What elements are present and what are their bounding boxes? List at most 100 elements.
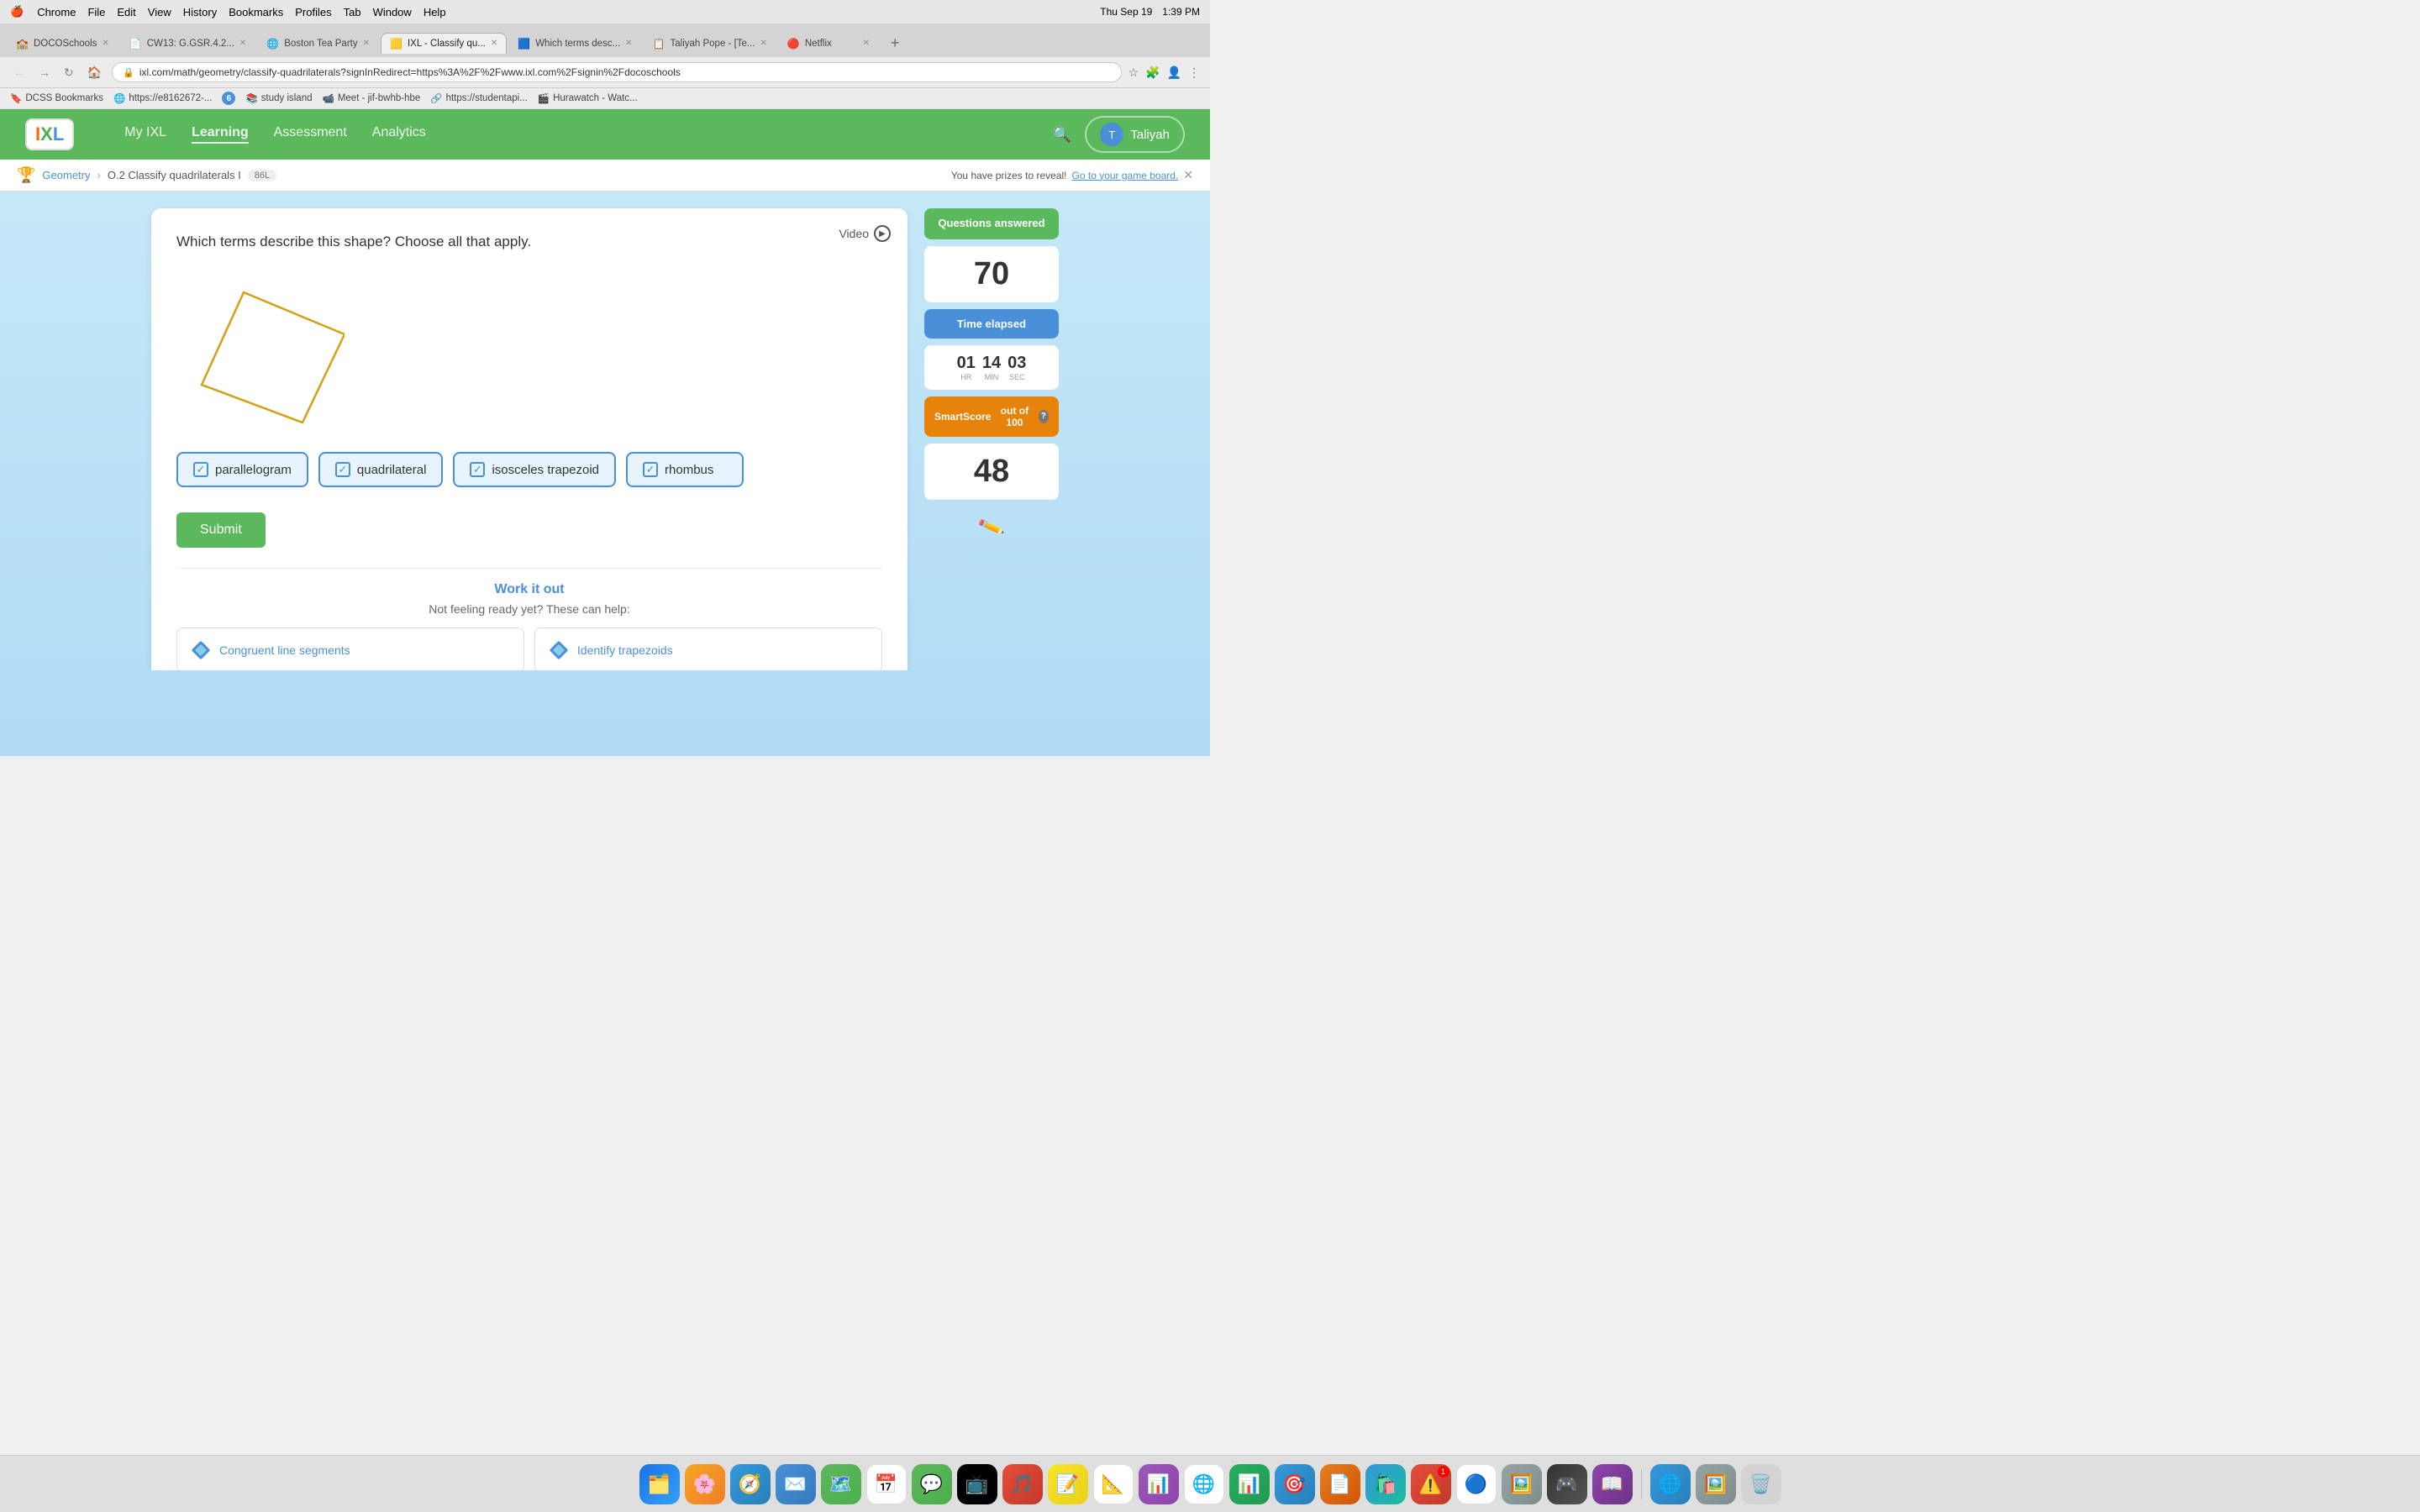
menu-edit[interactable]: Edit [117, 6, 135, 18]
menu-help[interactable]: Help [424, 6, 446, 18]
diamond-icon-trapezoids [549, 640, 569, 660]
choice-quadrilateral-label: quadrilateral [357, 463, 427, 477]
breadcrumb-parent[interactable]: Geometry [42, 169, 90, 181]
bookmark-e816[interactable]: 🌐https://e8162672-... [113, 92, 212, 104]
url-bar[interactable]: 🔒 ixl.com/math/geometry/classify-quadril… [112, 62, 1121, 82]
nav-analytics[interactable]: Analytics [372, 125, 426, 144]
checkbox-rhombus[interactable]: ✓ [643, 462, 658, 477]
tab-taliyah[interactable]: 📋 Taliyah Pope - [Te... ✕ [644, 33, 776, 54]
dock-numbers[interactable]: 📊 [1229, 1464, 1270, 1504]
forward-button[interactable]: → [35, 64, 54, 81]
choice-rhombus[interactable]: ✓ rhombus [626, 452, 744, 487]
bookmark-study-island[interactable]: 📚study island [245, 92, 312, 104]
dock-roblox[interactable]: 🎮 [1547, 1464, 1587, 1504]
pencil-area: ✏️ [924, 513, 1059, 538]
bookmark-dcss[interactable]: 🔖DCSS Bookmarks [10, 92, 103, 104]
menu-tab[interactable]: Tab [344, 6, 361, 18]
dock-mail[interactable]: ✉️ [776, 1464, 816, 1504]
resource-congruent[interactable]: Congruent line segments [176, 627, 524, 670]
dock-nwea[interactable]: 📊 [1139, 1464, 1179, 1504]
bookmark-studentapi[interactable]: 🔗https://studentapi... [430, 92, 528, 104]
diamond-icon-congruent [191, 640, 211, 660]
dock-trash[interactable]: 🗑️ [1741, 1464, 1781, 1504]
dock-photos[interactable]: 🌸 [685, 1464, 725, 1504]
work-it-out: Work it out Not feeling ready yet? These… [176, 568, 882, 670]
tab-netflix[interactable]: 🔴 Netflix ✕ [778, 33, 879, 54]
prize-notice: You have prizes to reveal! Go to your ga… [951, 168, 1193, 182]
ixl-content: Video ▶ Which terms describe this shape?… [0, 192, 1210, 756]
ixl-logo[interactable]: IXL [25, 118, 74, 150]
new-tab-button[interactable]: + [884, 31, 907, 55]
choice-parallelogram[interactable]: ✓ parallelogram [176, 452, 308, 487]
checkbox-parallelogram[interactable]: ✓ [193, 462, 208, 477]
checkbox-isosceles-trapezoid[interactable]: ✓ [470, 462, 485, 477]
submit-button[interactable]: Submit [176, 512, 266, 548]
search-icon[interactable]: 🔍 [1053, 126, 1071, 144]
video-label: Video [839, 227, 869, 240]
back-button[interactable]: ← [10, 64, 29, 81]
extension-puzzle-icon[interactable]: 🧩 [1145, 66, 1160, 80]
ixl-nav-right: 🔍 T Taliyah [1053, 116, 1185, 153]
checkbox-quadrilateral[interactable]: ✓ [335, 462, 350, 477]
dock-dictionary[interactable]: 📖 [1592, 1464, 1633, 1504]
dock-calendar[interactable]: 📅 [866, 1464, 907, 1504]
ixl-page: IXL My IXL Learning Assessment Analytics… [0, 109, 1210, 756]
dock-appstore[interactable]: 🛍️ [1365, 1464, 1406, 1504]
profile-avatar-icon[interactable]: 👤 [1167, 66, 1181, 80]
choice-isosceles-trapezoid[interactable]: ✓ isosceles trapezoid [453, 452, 616, 487]
tab-doco[interactable]: 🏫 DOCOSchools ✕ [7, 33, 118, 54]
smart-score-info-icon[interactable]: ? [1039, 410, 1049, 423]
choice-quadrilateral[interactable]: ✓ quadrilateral [318, 452, 444, 487]
exercise-container: Video ▶ Which terms describe this shape?… [0, 192, 1210, 670]
tab-which[interactable]: 🟦 Which terms desc... ✕ [508, 33, 641, 54]
video-link[interactable]: Video ▶ [839, 225, 891, 242]
home-button[interactable]: 🏠 [84, 64, 105, 81]
dock-maps[interactable]: 🗺️ [821, 1464, 861, 1504]
dock-finder[interactable]: 🗂️ [639, 1464, 680, 1504]
menu-bookmarks[interactable]: Bookmarks [229, 6, 283, 18]
menu-dots-icon[interactable]: ⋮ [1188, 66, 1200, 80]
nav-learning[interactable]: Learning [192, 125, 249, 144]
work-it-out-subtitle: Not feeling ready yet? These can help: [176, 602, 882, 616]
dock-keynote[interactable]: 🎯 [1275, 1464, 1315, 1504]
nav-assessment[interactable]: Assessment [274, 125, 347, 144]
dock-appletv[interactable]: 📺 [957, 1464, 997, 1504]
bookmark-hurawatch[interactable]: 🎬Hurawatch - Watc... [538, 92, 638, 104]
menu-view[interactable]: View [148, 6, 171, 18]
prize-close-button[interactable]: ✕ [1183, 168, 1193, 182]
tab-cw13[interactable]: 📄 CW13: G.GSR.4.2... ✕ [120, 33, 256, 54]
dock-safari[interactable]: 🧭 [730, 1464, 771, 1504]
refresh-button[interactable]: ↻ [60, 64, 77, 81]
video-play-icon: ▶ [874, 225, 891, 242]
dock-chrome[interactable]: 🌐 [1184, 1464, 1224, 1504]
prize-link[interactable]: Go to your game board. [1072, 170, 1179, 181]
url-text: ixl.com/math/geometry/classify-quadrilat… [139, 66, 1111, 78]
question-text: Which terms describe this shape? Choose … [176, 234, 882, 250]
dock-freeform[interactable]: 📐 [1093, 1464, 1134, 1504]
resource-trapezoids[interactable]: Identify trapezoids [534, 627, 882, 670]
dock-notes[interactable]: 📝 [1048, 1464, 1088, 1504]
tab-ixl[interactable]: 🟨 IXL - Classify qu... ✕ [381, 33, 507, 54]
dock-system-chrome2[interactable]: 🔵 [1456, 1464, 1497, 1504]
dock-preview[interactable]: 🖼️ [1502, 1464, 1542, 1504]
nav-my-ixl[interactable]: My IXL [124, 125, 166, 144]
bookmark-star-icon[interactable]: ☆ [1128, 66, 1139, 80]
tab-boston[interactable]: 🌐 Boston Tea Party ✕ [257, 33, 379, 54]
time-hr: 01 HR [957, 354, 976, 381]
bookmark-6[interactable]: 6 [222, 92, 235, 105]
dock-imageviewer[interactable]: 🖼️ [1696, 1464, 1736, 1504]
dock-music[interactable]: 🎵 [1002, 1464, 1043, 1504]
user-menu-button[interactable]: T Taliyah [1085, 116, 1185, 153]
menu-chrome[interactable]: Chrome [37, 6, 76, 18]
shape-area [176, 267, 345, 435]
dock-messages[interactable]: 💬 [912, 1464, 952, 1504]
dock-worldwide[interactable]: 🌐 [1650, 1464, 1691, 1504]
apple-menu[interactable]: 🍎 [10, 5, 24, 18]
menu-file[interactable]: File [87, 6, 105, 18]
dock-pages[interactable]: 📄 [1320, 1464, 1360, 1504]
menu-profiles[interactable]: Profiles [295, 6, 331, 18]
menu-history[interactable]: History [183, 6, 217, 18]
menu-window[interactable]: Window [373, 6, 412, 18]
bookmark-meet[interactable]: 📹Meet - jif-bwhb-hbe [323, 92, 421, 104]
dock-nwea2[interactable]: 1 ⚠️ [1411, 1464, 1451, 1504]
